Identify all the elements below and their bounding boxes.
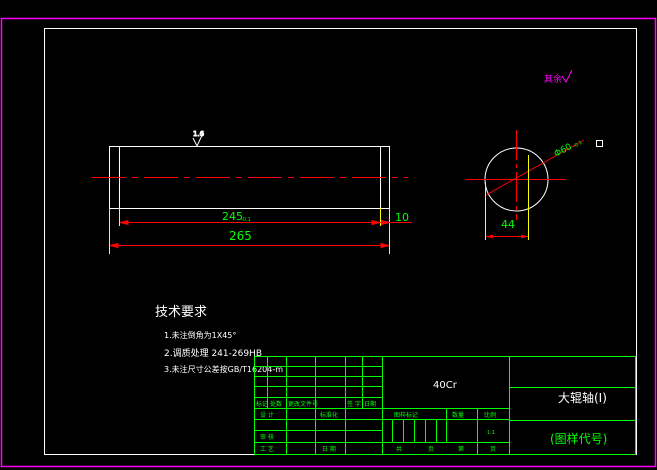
shaft-end-view bbox=[466, 130, 603, 240]
tb-check-label: 审 核 bbox=[260, 433, 274, 441]
roughness-symbol-icon bbox=[561, 69, 573, 83]
tech-req-item-1: 1.未注倒角为1X45° bbox=[164, 330, 236, 340]
roughness-corner-note: 其余 bbox=[544, 69, 573, 85]
tb-drawing-number: (图样代号) bbox=[550, 431, 607, 446]
tb-rev-header-2: 更改文件号 bbox=[288, 400, 318, 408]
small-marker-square bbox=[596, 140, 603, 147]
dim-text-total-length: 265 bbox=[229, 229, 252, 243]
tb-rev-header-1: 处数 bbox=[270, 400, 282, 408]
tb-standard-label: 标准化 bbox=[320, 411, 338, 419]
tb-sheet-no-label: 第 bbox=[458, 445, 464, 453]
dim-arrow-icon bbox=[119, 219, 129, 226]
dim-arrow-icon bbox=[486, 234, 493, 239]
roughness-corner-label: 其余 bbox=[544, 73, 562, 85]
dim-arrow-icon bbox=[381, 219, 390, 226]
tb-design-label: 设 计 bbox=[260, 411, 274, 419]
dim-text-inner-tolerance: -0.1 bbox=[241, 217, 251, 223]
dim-text-diameter: Φ60 bbox=[553, 142, 574, 160]
cad-drawing-canvas: 其余 1.6 245 -0.1 265 10 Φ60 -0.1 44 技术要求 … bbox=[0, 17, 657, 468]
dim-arrow-icon bbox=[109, 242, 119, 249]
tb-sheet-no-unit: 页 bbox=[490, 446, 496, 453]
dim-text-key-width: 44 bbox=[501, 218, 515, 231]
dimension-lines bbox=[109, 219, 412, 249]
tb-scale-header: 比例 bbox=[484, 411, 496, 419]
tb-process-label: 工 艺 bbox=[260, 445, 274, 453]
tb-date-label: 日 期 bbox=[322, 445, 336, 453]
dim-text-end-length: 10 bbox=[395, 211, 409, 224]
technical-requirements: 技术要求 1.未注倒角为1X45° 2.调质处理 241-269HB 3.未注尺… bbox=[155, 305, 283, 374]
tb-rev-header-0: 标记 bbox=[256, 400, 268, 408]
tb-rev-header-4: 日期 bbox=[364, 400, 376, 408]
tb-quantity-header: 数量 bbox=[452, 411, 464, 419]
surface-roughness-value: 1.6 bbox=[193, 130, 205, 138]
tech-req-item-3: 3.未注尺寸公差按GB/T16204-m bbox=[164, 364, 283, 374]
dim-text-inner-length: 245 bbox=[222, 210, 243, 223]
tb-sheet-total-label: 共 bbox=[396, 445, 402, 453]
dim-arrow-icon bbox=[371, 219, 381, 226]
drawing-border bbox=[44, 28, 637, 455]
tb-sheet-total-unit: 页 bbox=[428, 446, 434, 453]
dim-arrow-icon bbox=[380, 242, 390, 249]
dim-arrow-icon bbox=[521, 234, 528, 239]
tech-req-item-2: 2.调质处理 241-269HB bbox=[164, 347, 262, 359]
tb-material: 40Cr bbox=[433, 380, 458, 391]
tb-scale-value: 1:1 bbox=[487, 430, 495, 436]
tb-part-name: 大辊轴(Ⅰ) bbox=[558, 390, 607, 405]
tb-rev-header-3: 签 字 bbox=[347, 400, 361, 408]
tb-stage-header: 图样标记 bbox=[394, 411, 418, 419]
shaft-side-view: 1.6 bbox=[92, 130, 408, 209]
tech-req-title: 技术要求 bbox=[155, 305, 207, 320]
